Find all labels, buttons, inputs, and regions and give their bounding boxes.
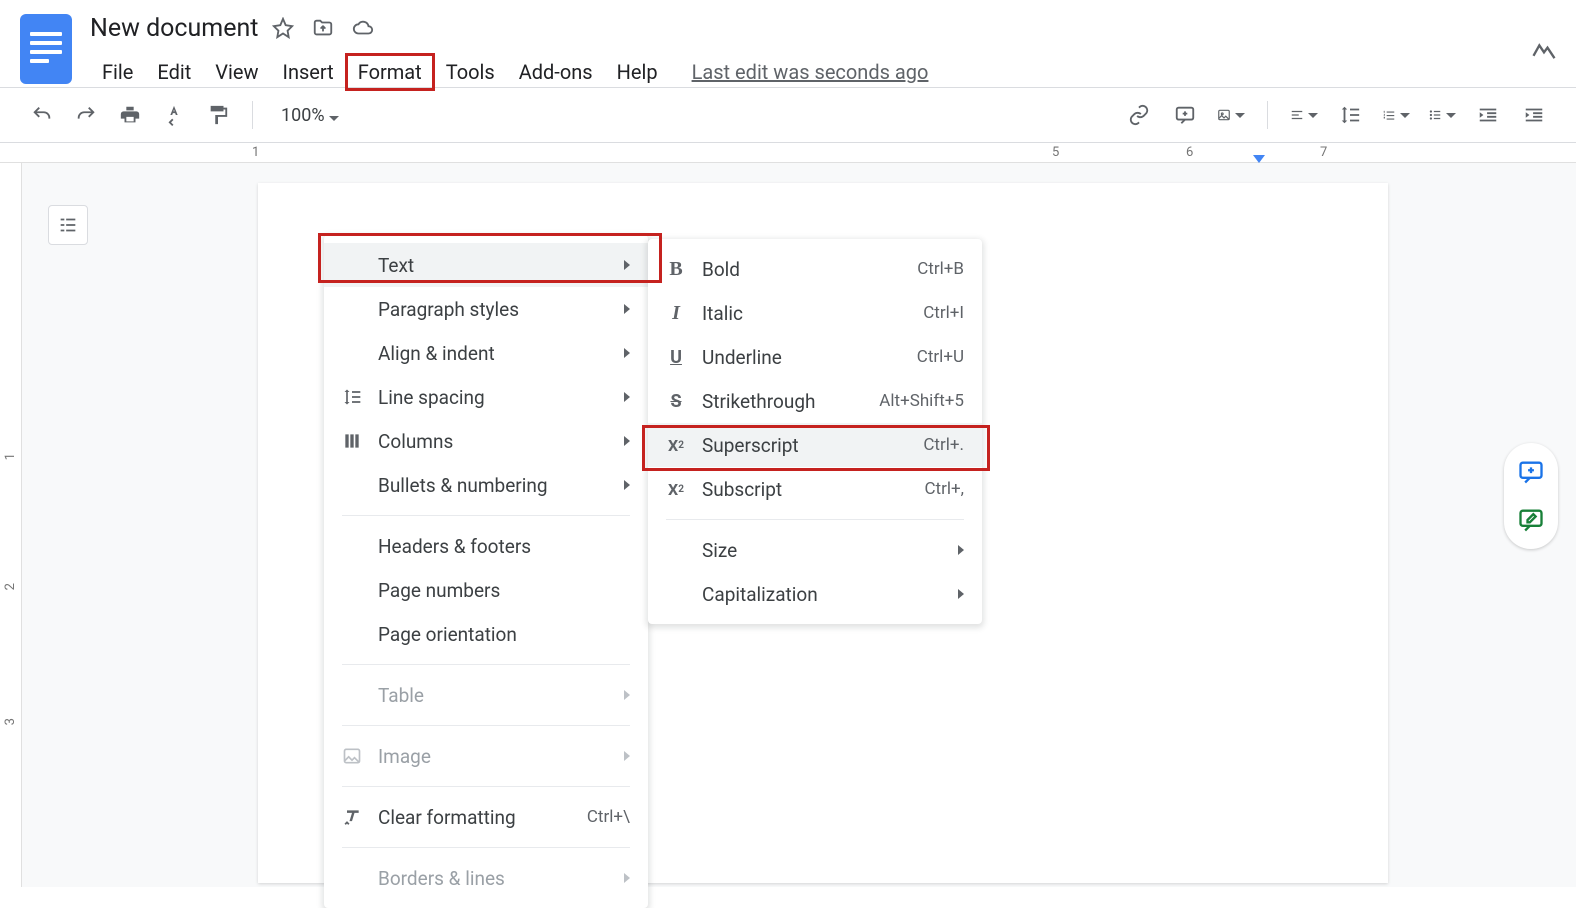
ruler-number: 7 — [1320, 145, 1327, 160]
increase-indent-button[interactable] — [1520, 101, 1548, 129]
menu-file[interactable]: File — [90, 54, 145, 90]
columns-icon — [340, 431, 364, 451]
italic-icon: I — [664, 302, 688, 325]
zoom-select[interactable]: 100% — [273, 105, 347, 126]
text-capitalization[interactable]: Capitalization — [648, 572, 982, 616]
menu-edit[interactable]: Edit — [145, 54, 203, 90]
format-table: Table — [324, 673, 648, 717]
docs-logo[interactable] — [20, 14, 72, 84]
format-menu-popup: Text Paragraph styles Align & indent Lin… — [324, 235, 648, 908]
text-superscript[interactable]: X2 SuperscriptCtrl+. — [648, 423, 982, 467]
add-comment-button[interactable] — [1171, 101, 1199, 129]
text-subscript[interactable]: X2 SubscriptCtrl+, — [648, 467, 982, 511]
format-image: Image — [324, 734, 648, 778]
document-outline-button[interactable] — [48, 205, 88, 245]
format-line-spacing[interactable]: Line spacing — [324, 375, 648, 419]
align-button[interactable] — [1290, 101, 1318, 129]
menu-tools[interactable]: Tools — [434, 54, 507, 90]
insert-link-button[interactable] — [1125, 101, 1153, 129]
line-spacing-button[interactable] — [1336, 101, 1364, 129]
format-borders-lines: Borders & lines — [324, 856, 648, 900]
format-bullets-numbering[interactable]: Bullets & numbering — [324, 463, 648, 507]
ruler-number: 6 — [1186, 145, 1193, 160]
ruler-number: 2 — [3, 583, 18, 590]
horizontal-ruler: 1 5 6 7 — [0, 143, 1576, 163]
bold-icon: B — [664, 258, 688, 281]
clear-formatting-icon — [340, 807, 364, 827]
text-submenu-popup: B BoldCtrl+B I ItalicCtrl+I U UnderlineC… — [648, 239, 982, 624]
document-title[interactable]: New document — [90, 14, 258, 43]
move-folder-icon[interactable] — [312, 17, 334, 39]
text-strikethrough[interactable]: S StrikethroughAlt+Shift+5 — [648, 379, 982, 423]
menu-format[interactable]: Format — [346, 54, 434, 90]
decrease-indent-button[interactable] — [1474, 101, 1502, 129]
redo-button[interactable] — [72, 101, 100, 129]
format-paragraph-styles[interactable]: Paragraph styles — [324, 287, 648, 331]
ruler-number: 3 — [3, 718, 18, 725]
line-spacing-icon — [340, 387, 364, 407]
last-edit-link[interactable]: Last edit was seconds ago — [692, 60, 929, 84]
paint-format-button[interactable] — [204, 101, 232, 129]
ruler-number: 1 — [3, 453, 18, 460]
ruler-number: 1 — [252, 145, 259, 160]
text-bold[interactable]: B BoldCtrl+B — [648, 247, 982, 291]
text-italic[interactable]: I ItalicCtrl+I — [648, 291, 982, 335]
undo-button[interactable] — [28, 101, 56, 129]
menu-help[interactable]: Help — [605, 54, 670, 90]
strikethrough-icon: S — [664, 391, 688, 412]
text-size[interactable]: Size — [648, 528, 982, 572]
subscript-icon: X2 — [664, 480, 688, 499]
vertical-ruler: 1 2 3 — [0, 163, 22, 887]
insert-image-button[interactable] — [1217, 101, 1245, 129]
cloud-status-icon[interactable] — [352, 17, 374, 39]
bulleted-list-button[interactable] — [1428, 101, 1456, 129]
text-underline[interactable]: U UnderlineCtrl+U — [648, 335, 982, 379]
spellcheck-button[interactable] — [160, 101, 188, 129]
print-button[interactable] — [116, 101, 144, 129]
superscript-icon: X2 — [664, 436, 688, 455]
format-page-orientation[interactable]: Page orientation — [324, 612, 648, 656]
ruler-number: 5 — [1052, 145, 1059, 160]
side-add-comment-button[interactable] — [1514, 455, 1548, 489]
menu-view[interactable]: View — [203, 54, 270, 90]
format-columns[interactable]: Columns — [324, 419, 648, 463]
side-suggest-edit-button[interactable] — [1514, 503, 1548, 537]
numbered-list-button[interactable] — [1382, 101, 1410, 129]
format-headers-footers[interactable]: Headers & footers — [324, 524, 648, 568]
format-page-numbers[interactable]: Page numbers — [324, 568, 648, 612]
image-icon — [340, 746, 364, 766]
menu-addons[interactable]: Add-ons — [507, 54, 605, 90]
indent-marker-icon[interactable] — [1253, 155, 1265, 163]
format-align-indent[interactable]: Align & indent — [324, 331, 648, 375]
menu-insert[interactable]: Insert — [271, 54, 346, 90]
underline-icon: U — [664, 347, 688, 368]
star-icon[interactable] — [272, 17, 294, 39]
activity-icon[interactable] — [1530, 36, 1558, 64]
format-text[interactable]: Text — [324, 243, 648, 287]
format-clear-formatting[interactable]: Clear formattingCtrl+\ — [324, 795, 648, 839]
